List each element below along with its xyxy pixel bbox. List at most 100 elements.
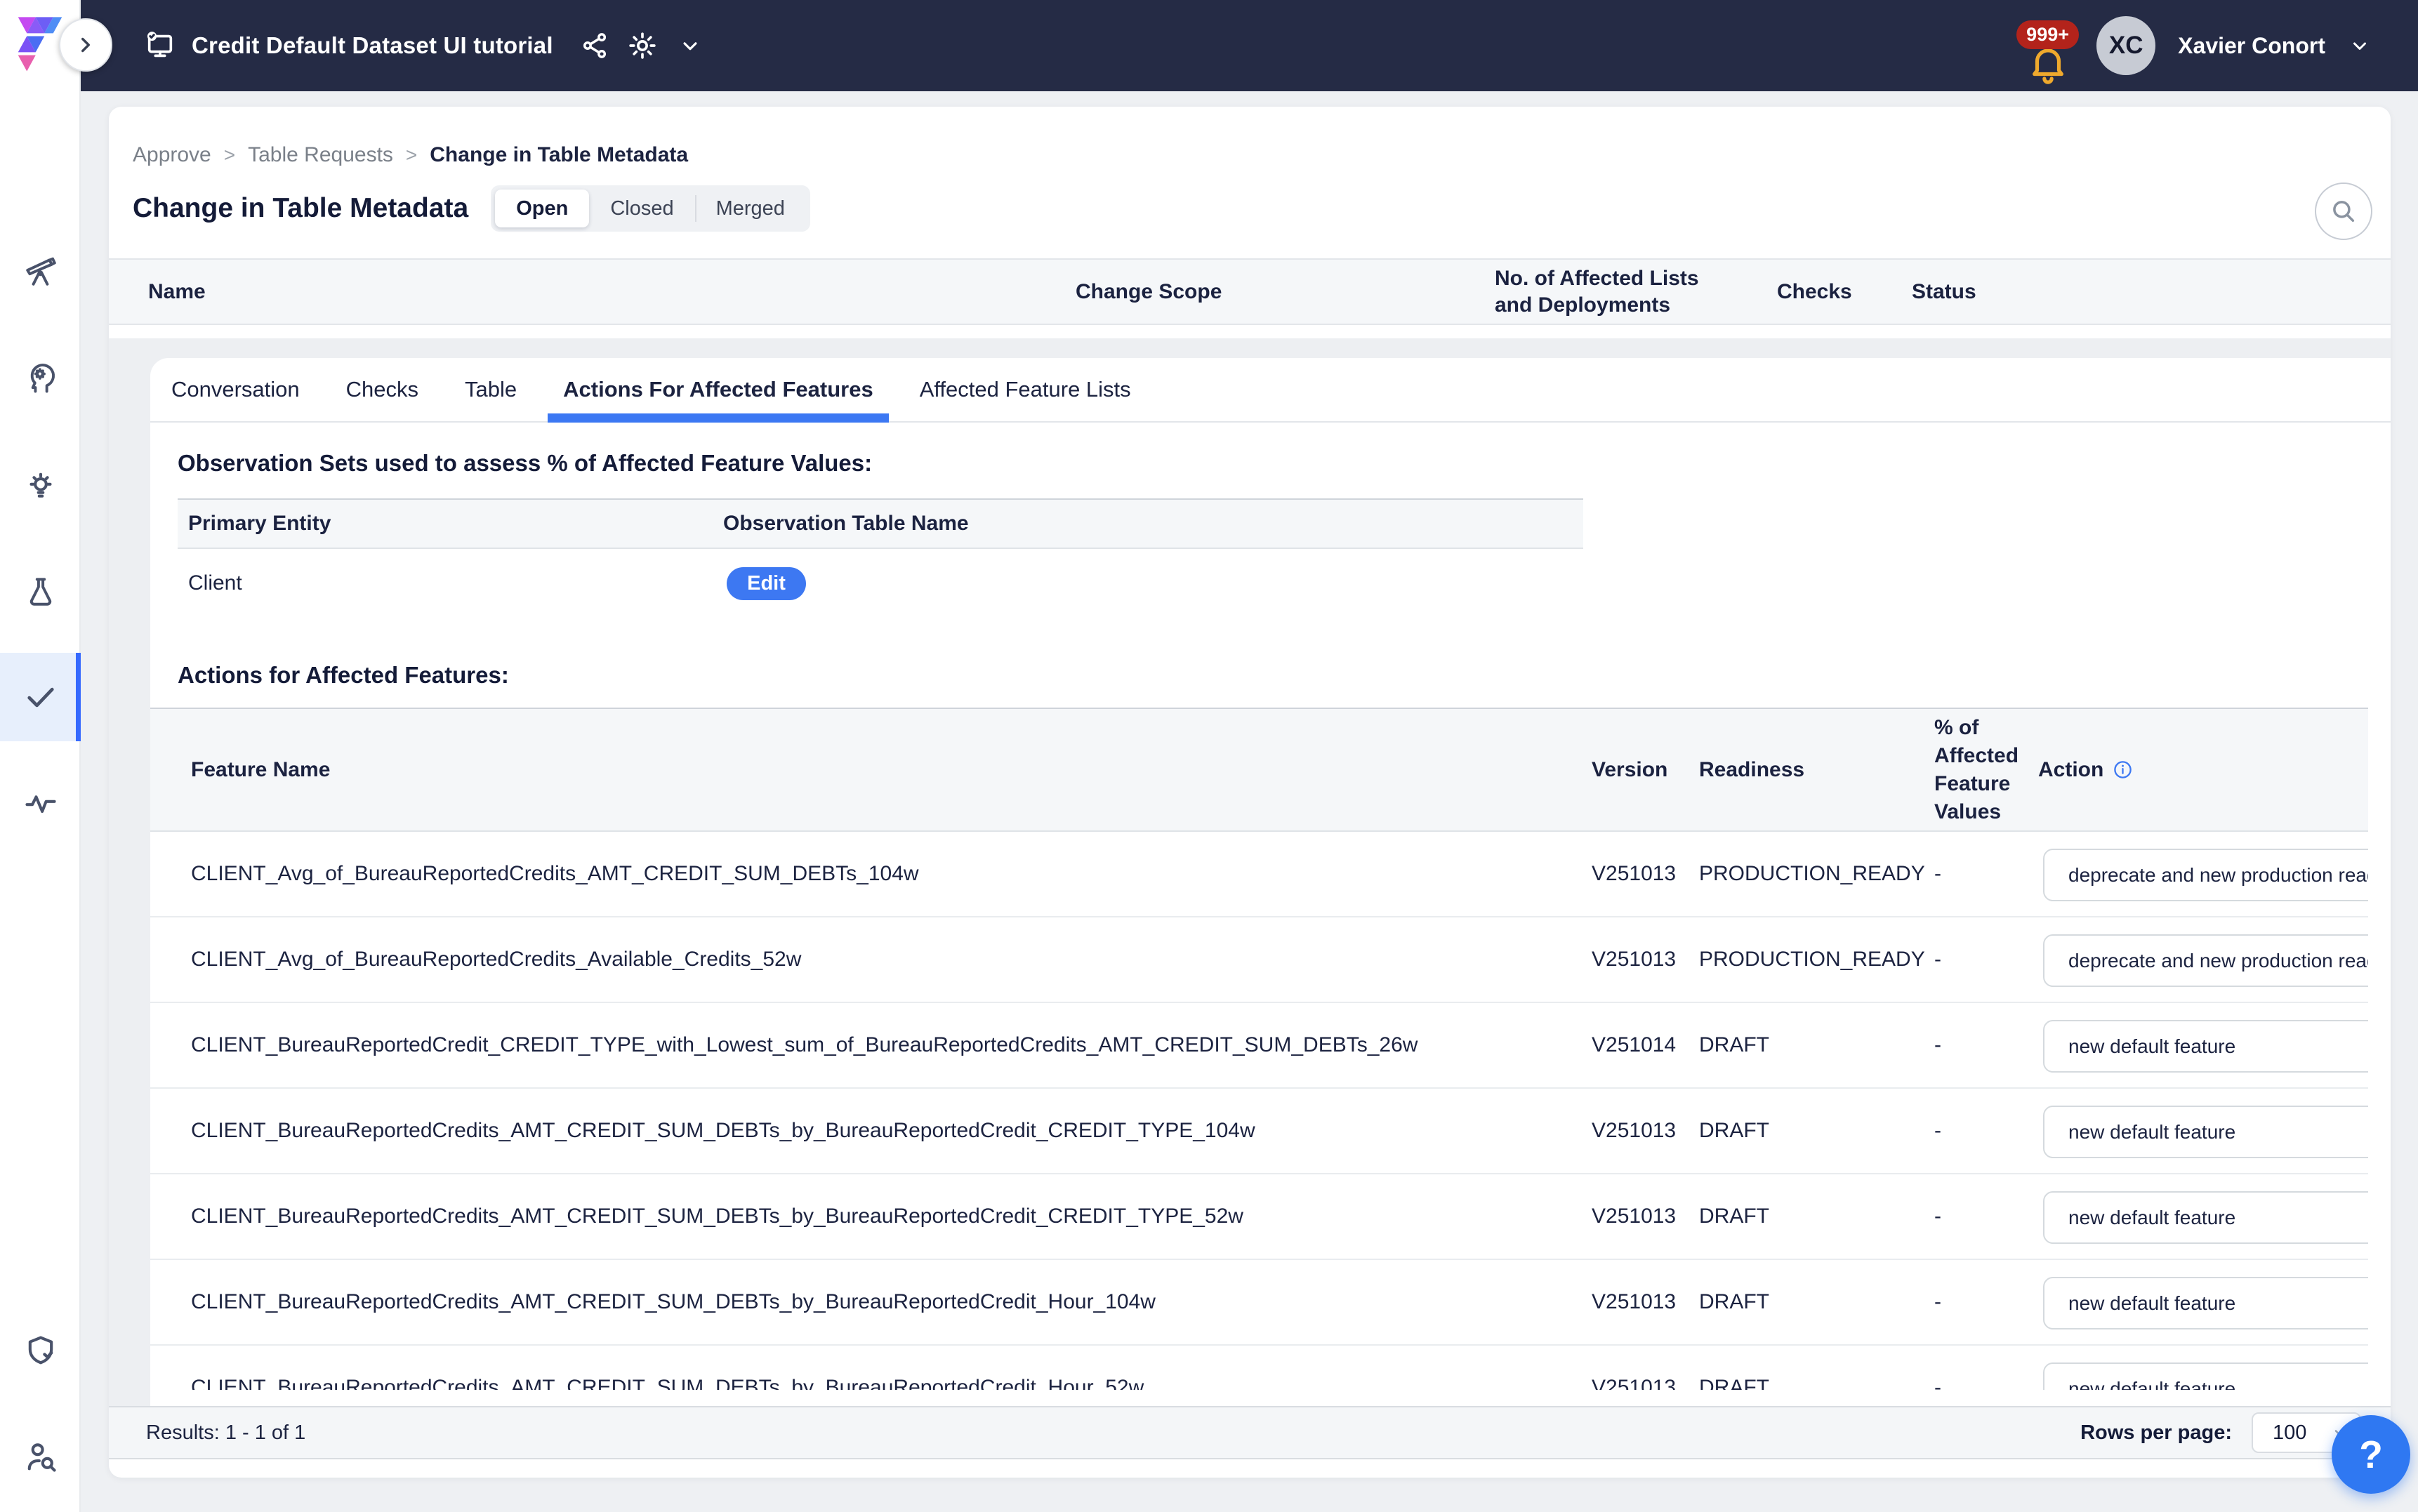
feature-row: CLIENT_BureauReportedCredit_CREDIT_TYPE_… [150, 1003, 2368, 1089]
breadcrumb-separator: > [406, 144, 417, 166]
breadcrumb-item[interactable]: Table Requests [248, 143, 393, 167]
breadcrumb-separator: > [224, 144, 235, 166]
feature-version: V251013 [1592, 832, 1676, 916]
feature-pct-affected: - [1934, 832, 1941, 916]
sidebar-collapse-button[interactable] [59, 18, 112, 72]
primary-entity-value: Client [188, 549, 242, 618]
idea-bulb-icon [22, 467, 59, 504]
tab-affected-feature-lists[interactable]: Affected Feature Lists [920, 358, 1131, 421]
request-column-3: No. of Affected Lists and Deployments [1495, 260, 1740, 324]
results-footer: Results: 1 - 1 of 1 Rows per page: 100 [109, 1406, 2391, 1459]
feature-name: CLIENT_BureauReportedCredits_AMT_CREDIT_… [191, 1174, 1243, 1259]
action-dropdown[interactable]: deprecate and new production ready fe [2043, 934, 2368, 987]
approve-check-icon [22, 679, 59, 715]
request-column-5: Status [1912, 260, 2052, 324]
mind-gear-icon [22, 359, 59, 396]
info-icon[interactable] [2112, 759, 2134, 781]
feature-readiness: DRAFT [1699, 1260, 1769, 1344]
feature-rows-viewport: CLIENT_Avg_of_BureauReportedCredits_AMT_… [150, 832, 2368, 1390]
feature-readiness: PRODUCTION_READY [1699, 832, 1925, 916]
status-filter: OpenClosedMerged [491, 185, 810, 232]
top-navbar: Credit Default Dataset UI tutorial 999+ [81, 0, 2418, 91]
column-version: Version [1592, 709, 1667, 830]
feature-pct-affected: - [1934, 1260, 1941, 1344]
sidebar-item-approve[interactable] [0, 653, 81, 741]
feature-row: CLIENT_BureauReportedCredits_AMT_CREDIT_… [150, 1260, 2368, 1346]
feature-pct-affected: - [1934, 917, 1941, 1002]
feature-row: CLIENT_BureauReportedCredits_AMT_CREDIT_… [150, 1346, 2368, 1390]
feature-name: CLIENT_Avg_of_BureauReportedCredits_AMT_… [191, 832, 919, 916]
feature-version: V251014 [1592, 1003, 1676, 1087]
request-column-2: Change Scope [1076, 260, 1427, 324]
notifications-bell[interactable]: 999+ [2022, 11, 2078, 81]
breadcrumb-item[interactable]: Approve [133, 143, 211, 167]
tab-table[interactable]: Table [465, 358, 517, 421]
sidebar-item-user-search[interactable] [0, 1412, 81, 1501]
feature-row: CLIENT_Avg_of_BureauReportedCredits_AMT_… [150, 832, 2368, 917]
sidebar-item-mind[interactable] [0, 333, 81, 422]
action-dropdown[interactable]: new default feature [2043, 1277, 2368, 1329]
sidebar-item-shield[interactable] [0, 1306, 81, 1395]
feature-version: V251013 [1592, 1089, 1676, 1173]
share-icon[interactable] [579, 29, 611, 62]
action-dropdown[interactable]: deprecate and new production ready fe [2043, 849, 2368, 901]
column-feature-name: Feature Name [191, 709, 330, 830]
feature-version: V251013 [1592, 1346, 1676, 1390]
action-dropdown[interactable]: new default feature [2043, 1106, 2368, 1158]
observation-section-heading: Observation Sets used to assess % of Aff… [178, 448, 2391, 479]
results-count: Results: 1 - 1 of 1 [146, 1421, 305, 1445]
request-column-1: Name [148, 260, 991, 324]
feature-version: V251013 [1592, 917, 1676, 1002]
sidebar-item-experiment[interactable] [0, 548, 81, 636]
action-dropdown[interactable]: new default feature [2043, 1362, 2368, 1390]
request-table-header: Name Change Scope No. of Affected Lists an… [109, 258, 2391, 325]
breadcrumb: Approve > Table Requests > Change in Table M… [133, 143, 688, 167]
feature-readiness: DRAFT [1699, 1174, 1769, 1259]
breadcrumb-item: Change in Table Metadata [430, 143, 688, 167]
filter-open[interactable]: Open [495, 190, 589, 227]
tab-actions-for-affected-features[interactable]: Actions For Affected Features [563, 358, 873, 421]
user-avatar[interactable]: XC [2096, 16, 2155, 75]
filter-closed[interactable]: Closed [589, 190, 694, 227]
request-column-4: Checks [1777, 260, 1903, 324]
user-name: Xavier Conort [2178, 33, 2325, 59]
search-button[interactable] [2315, 183, 2372, 240]
catalog-monitor-icon [144, 29, 176, 62]
help-button[interactable]: ? [2332, 1415, 2410, 1494]
filter-merged[interactable]: Merged [695, 190, 806, 227]
column-readiness: Readiness [1699, 709, 1804, 830]
feature-name: CLIENT_Avg_of_BureauReportedCredits_Avai… [191, 917, 801, 1002]
feature-readiness: DRAFT [1699, 1089, 1769, 1173]
tab-checks[interactable]: Checks [346, 358, 418, 421]
column-primary-entity: Primary Entity [188, 500, 331, 548]
feature-readiness: DRAFT [1699, 1346, 1769, 1390]
feature-readiness: PRODUCTION_READY [1699, 917, 1925, 1002]
feature-pct-affected: - [1934, 1089, 1941, 1173]
sidebar-item-telescope[interactable] [0, 227, 81, 315]
experiment-flask-icon [23, 574, 58, 609]
feature-readiness: DRAFT [1699, 1003, 1769, 1087]
affected-features-table: Feature Name Version Readiness % of Affe… [150, 708, 2368, 1390]
feature-name: CLIENT_BureauReportedCredit_CREDIT_TYPE_… [191, 1003, 1418, 1087]
column-action: Action [2038, 709, 2134, 830]
feature-name: CLIENT_BureauReportedCredits_AMT_CREDIT_… [191, 1260, 1156, 1344]
edit-button[interactable]: Edit [727, 567, 806, 600]
action-dropdown[interactable]: new default feature [2043, 1020, 2368, 1073]
request-card: Approve > Table Requests > Change in Table M… [109, 107, 2391, 1478]
action-dropdown[interactable]: new default feature [2043, 1191, 2368, 1244]
main-content: Approve > Table Requests > Change in Table M… [81, 91, 2418, 1512]
project-title: Credit Default Dataset UI tutorial [192, 32, 553, 59]
feature-row: CLIENT_BureauReportedCredits_AMT_CREDIT_… [150, 1089, 2368, 1174]
user-search-icon [22, 1438, 59, 1475]
user-menu-chevron-icon[interactable] [2344, 29, 2376, 62]
tab-conversation[interactable]: Conversation [171, 358, 300, 421]
page-title: Change in Table Metadata [133, 193, 468, 224]
settings-gear-icon[interactable] [626, 29, 659, 62]
shield-check-icon [22, 1332, 59, 1369]
feature-version: V251013 [1592, 1174, 1676, 1259]
sidebar-item-activity[interactable] [0, 759, 81, 847]
project-chevron-down-icon[interactable] [674, 29, 706, 62]
feature-name: CLIENT_BureauReportedCredits_AMT_CREDIT_… [191, 1346, 1144, 1390]
sidebar-item-idea[interactable] [0, 442, 81, 530]
observation-table: Primary Entity Observation Table Name Cl… [178, 498, 1583, 618]
